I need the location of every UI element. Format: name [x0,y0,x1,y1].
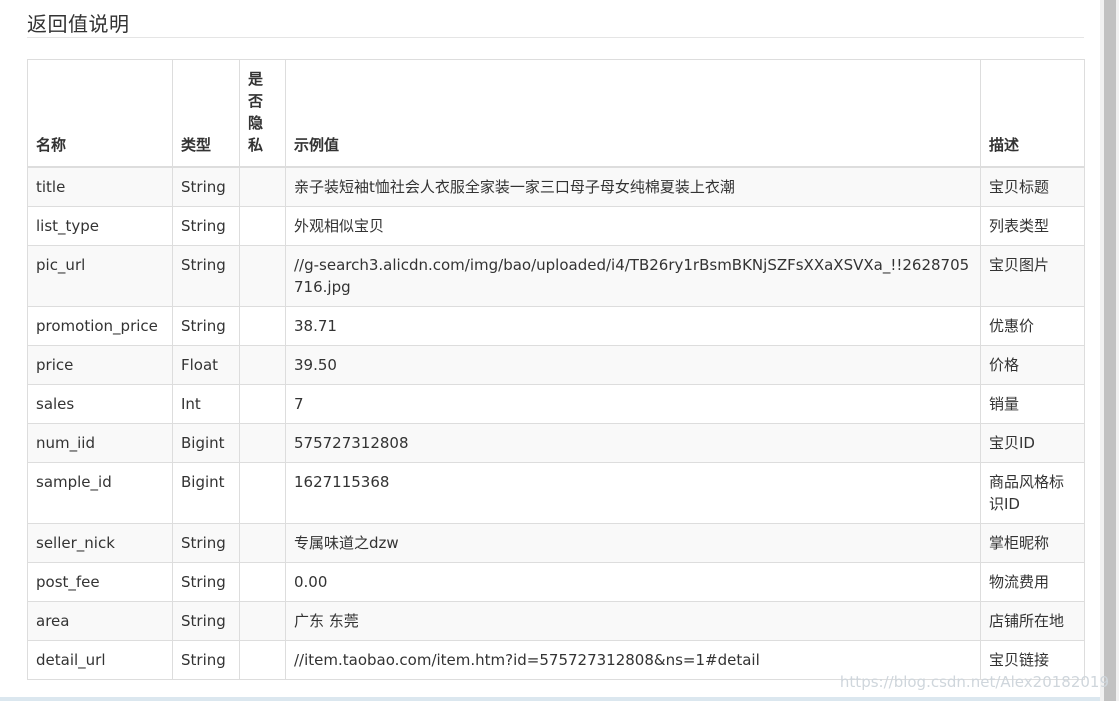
cell-type: String [172,166,240,207]
header-example: 示例值 [285,59,981,168]
cell-example: 专属味道之dzw [285,523,981,563]
cell-name: price [27,345,173,385]
cell-description: 宝贝图片 [980,245,1085,307]
vertical-scrollbar[interactable] [1100,0,1119,701]
cell-description: 宝贝ID [980,423,1085,463]
header-private-char: 隐 [248,114,264,132]
cell-example: 外观相似宝贝 [285,206,981,246]
table-row: sales Int 7 销量 [27,384,1085,424]
cell-description: 宝贝标题 [980,166,1085,207]
header-private: 是 否 隐 私 [239,59,286,168]
cell-name: pic_url [27,245,173,307]
table-row: title String 亲子装短袖t恤社会人衣服全家装一家三口母子母女纯棉夏装上衣… [27,166,1085,207]
table-row: num_iid Bigint 575727312808 宝贝ID [27,423,1085,463]
cell-example: 广东 东莞 [285,601,981,641]
cell-description: 销量 [980,384,1085,424]
cell-name: detail_url [27,640,173,680]
cell-private [239,245,286,307]
header-private-char: 私 [248,136,264,154]
cell-name: post_fee [27,562,173,602]
cell-example: 0.00 [285,562,981,602]
section-title: 返回值说明 [27,12,130,36]
content-area: 返回值说明 名称 类型 是 否 隐 私 示例值 描述 title String … [0,0,1100,701]
table-row: list_type String 外观相似宝贝 列表类型 [27,206,1085,246]
cell-private [239,640,286,680]
table-row: seller_nick String 专属味道之dzw 掌柜昵称 [27,523,1085,563]
cell-description: 掌柜昵称 [980,523,1085,563]
cell-example: 7 [285,384,981,424]
cell-name: area [27,601,173,641]
table-row: sample_id Bigint 1627115368 商品风格标识ID [27,462,1085,524]
cell-private [239,345,286,385]
cell-name: list_type [27,206,173,246]
page: 返回值说明 名称 类型 是 否 隐 私 示例值 描述 title String … [0,0,1119,701]
cell-description: 物流费用 [980,562,1085,602]
cell-example: 38.71 [285,306,981,346]
cell-private [239,206,286,246]
cell-example: 39.50 [285,345,981,385]
cell-type: Float [172,345,240,385]
cell-example: //g-search3.alicdn.com/img/bao/uploaded/… [285,245,981,307]
table-header-row: 名称 类型 是 否 隐 私 示例值 描述 [27,59,1085,168]
cell-private [239,384,286,424]
cell-name: seller_nick [27,523,173,563]
cell-type: String [172,640,240,680]
cell-type: String [172,562,240,602]
cell-example: 1627115368 [285,462,981,524]
cell-private [239,306,286,346]
cell-example: 575727312808 [285,423,981,463]
cell-name: sample_id [27,462,173,524]
table-body: title String 亲子装短袖t恤社会人衣服全家装一家三口母子母女纯棉夏装上衣… [27,166,1085,680]
cell-type: Int [172,384,240,424]
section-divider [27,37,1084,38]
cell-description: 店铺所在地 [980,601,1085,641]
header-description: 描述 [980,59,1085,168]
cell-type: String [172,601,240,641]
cell-private [239,462,286,524]
bottom-strip [0,697,1100,701]
cell-type: String [172,523,240,563]
cell-name: title [27,166,173,207]
cell-name: promotion_price [27,306,173,346]
header-private-char: 否 [248,92,264,110]
cell-description: 优惠价 [980,306,1085,346]
cell-type: String [172,206,240,246]
table-row: area String 广东 东莞 店铺所在地 [27,601,1085,641]
cell-example: 亲子装短袖t恤社会人衣服全家装一家三口母子母女纯棉夏装上衣潮 [285,166,981,207]
cell-private [239,423,286,463]
cell-description: 价格 [980,345,1085,385]
return-values-table: 名称 类型 是 否 隐 私 示例值 描述 title String 亲子装短袖t恤社… [27,59,1085,680]
cell-type: Bigint [172,462,240,524]
table-row: pic_url String //g-search3.alicdn.com/img/… [27,245,1085,307]
table-row: promotion_price String 38.71 优惠价 [27,306,1085,346]
header-name: 名称 [27,59,173,168]
cell-description: 列表类型 [980,206,1085,246]
table-row: price Float 39.50 价格 [27,345,1085,385]
cell-description: 商品风格标识ID [980,462,1085,524]
cell-type: Bigint [172,423,240,463]
cell-type: String [172,306,240,346]
cell-type: String [172,245,240,307]
header-type: 类型 [172,59,240,168]
cell-private [239,166,286,207]
watermark: https://blog.csdn.net/Alex20182019 [839,673,1109,691]
table-row: post_fee String 0.00 物流费用 [27,562,1085,602]
cell-private [239,601,286,641]
cell-name: num_iid [27,423,173,463]
cell-private [239,523,286,563]
cell-name: sales [27,384,173,424]
header-private-char: 是 [248,70,264,88]
cell-private [239,562,286,602]
scrollbar-thumb[interactable] [1104,0,1116,701]
